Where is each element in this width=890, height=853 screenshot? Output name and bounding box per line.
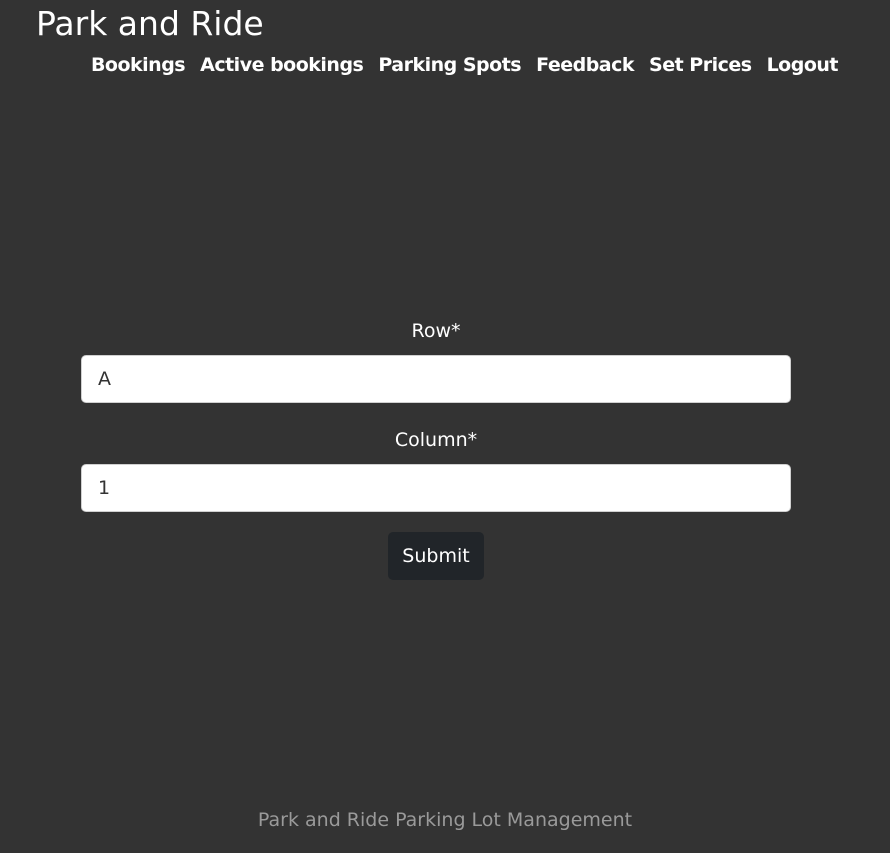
nav-parking-spots[interactable]: Parking Spots (378, 51, 521, 79)
column-input[interactable] (81, 464, 791, 512)
field-spacer (81, 403, 791, 427)
parking-spot-form: Row* Column* Submit (81, 318, 791, 580)
main-nav: Bookings Active bookings Parking Spots F… (0, 51, 890, 79)
nav-feedback[interactable]: Feedback (536, 51, 634, 79)
row-input[interactable] (81, 355, 791, 403)
column-label: Column* (394, 429, 478, 451)
submit-button[interactable]: Submit (388, 532, 484, 580)
nav-set-prices[interactable]: Set Prices (649, 51, 752, 79)
nav-active-bookings[interactable]: Active bookings (200, 51, 364, 79)
submit-wrap: Submit (81, 532, 791, 580)
nav-logout[interactable]: Logout (767, 51, 839, 79)
row-label: Row* (411, 320, 461, 342)
site-title: Park and Ride (36, 4, 264, 43)
nav-bookings[interactable]: Bookings (91, 51, 186, 79)
footer-text: Park and Ride Parking Lot Management (257, 809, 633, 831)
